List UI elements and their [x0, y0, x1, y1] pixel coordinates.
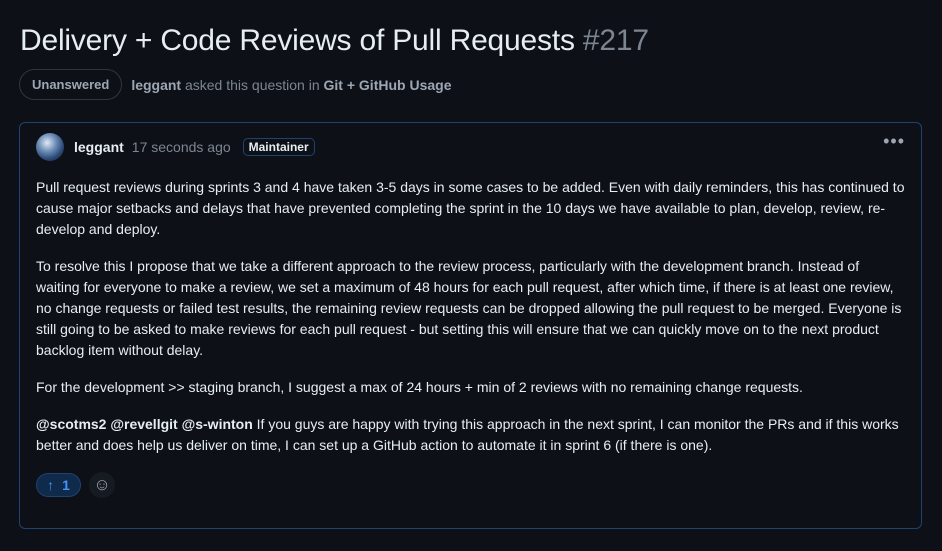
avatar[interactable]: [36, 133, 64, 161]
author-link[interactable]: leggant: [131, 77, 181, 93]
post-body: Pull request reviews during sprints 3 an…: [36, 177, 906, 472]
maintainer-badge: Maintainer: [242, 138, 315, 156]
paragraph: To resolve this I propose that we take a…: [36, 258, 902, 358]
paragraph: @scotms2 @revellgit @s-winton If you guy…: [36, 414, 906, 456]
post-author[interactable]: leggant: [74, 139, 124, 155]
discussion-meta: Unanswered leggant asked this question i…: [19, 69, 451, 100]
arrow-up-icon: ↑: [47, 477, 55, 493]
status-badge: Unanswered: [19, 69, 123, 100]
kebab-horizontal-icon[interactable]: •••: [883, 131, 905, 152]
reactions: ↑ 1 ☺: [36, 472, 115, 498]
paragraph: Pull request reviews during sprints 3 an…: [36, 179, 905, 237]
page-title: Delivery + Code Reviews of Pull Requests…: [20, 24, 649, 58]
post-time[interactable]: 17 seconds ago: [132, 139, 231, 155]
discussion-number: #217: [582, 24, 649, 57]
upvote-count: 1: [62, 477, 70, 493]
category-link[interactable]: Git + GitHub Usage: [324, 77, 452, 93]
discussion-post: leggant 17 seconds ago Maintainer ••• Pu…: [19, 122, 922, 529]
post-header: leggant 17 seconds ago Maintainer: [36, 133, 315, 161]
smiley-icon[interactable]: ☺: [89, 472, 115, 498]
asked-text: asked this question in: [184, 76, 320, 93]
title-text: Delivery + Code Reviews of Pull Requests: [20, 24, 575, 57]
upvote-button[interactable]: ↑ 1: [36, 473, 81, 497]
paragraph: For the development >> staging branch, I…: [36, 379, 803, 395]
mentions[interactable]: @scotms2 @revellgit @s-winton: [36, 416, 253, 432]
